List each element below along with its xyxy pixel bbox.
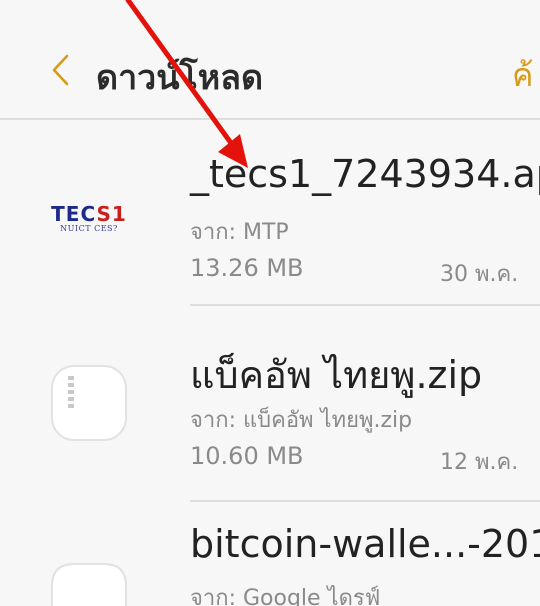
file-item-tecs1[interactable]: TECS1 NUICT CES? _tecs1_7243934.apk จาก:… [0,120,540,306]
zip-icon-graphic [51,365,127,441]
file-date: 12 พ.ค. [440,450,519,475]
file-item-backup-zip[interactable]: แบ็คอัพ ไทยพู.zip จาก: แบ็คอัพ ไทยพู.zip… [0,306,540,502]
download-screen: ดาวน์โหลด ค้ TECS1 NUICT CES? _tecs1_724… [0,0,540,606]
file-name: _tecs1_7243934.apk [190,152,540,196]
header-bar: ดาวน์โหลด ค้ [0,0,540,118]
file-name: แบ็คอัพ ไทยพู.zip [190,353,483,397]
file-source: จาก: แบ็คอัพ ไทยพู.zip [190,408,413,433]
file-size: 10.60 MB [190,442,304,470]
tecs1-app-icon: TECS1 NUICT CES? [50,180,128,258]
page-title: ดาวน์โหลด [96,58,264,98]
header-action-button[interactable]: ค้ [512,50,533,101]
tecs1-logo-subtext: NUICT CES? [60,224,118,233]
file-date: 30 พ.ค. [440,262,519,287]
generic-icon-graphic [51,563,127,606]
file-source: จาก: MTP [190,220,289,245]
generic-file-icon [50,562,128,606]
tecs1-logo: TECS1 NUICT CES? [50,189,128,249]
file-size: 13.26 MB [190,254,304,282]
chevron-left-icon [52,54,69,86]
file-name: bitcoin-walle...-2018 [190,522,540,566]
file-source: จาก: Google ไดรฟ์ [190,586,381,606]
tecs1-logo-word: TECS1 [51,202,127,226]
file-item-bitcoin-wallet[interactable]: bitcoin-walle...-2018 จาก: Google ไดรฟ์ [0,502,540,606]
zip-file-icon [50,364,128,442]
back-button[interactable] [40,46,80,94]
